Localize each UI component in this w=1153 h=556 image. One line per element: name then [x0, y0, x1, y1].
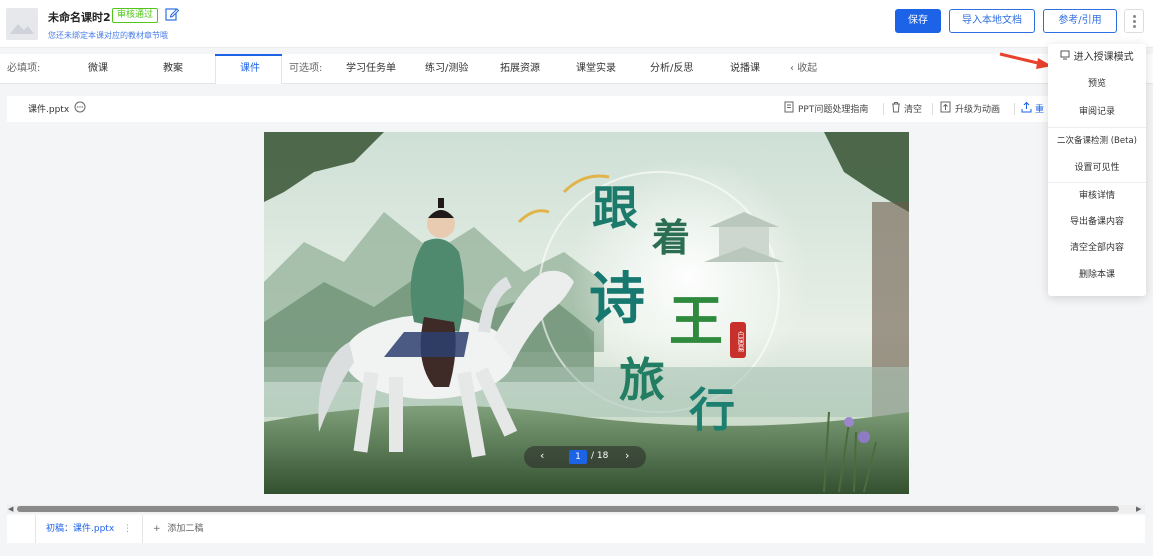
- upgrade-icon: [940, 101, 951, 116]
- divider: [1014, 103, 1015, 115]
- slide-title-char: 跟: [592, 181, 638, 235]
- ppt-guide-link[interactable]: PPT问题处理指南: [798, 102, 868, 115]
- slide-title-char: 行: [689, 383, 735, 437]
- menu-item-delete-lesson[interactable]: 删除本课: [1048, 263, 1146, 287]
- add-draft-label: 添加二稿: [167, 524, 204, 534]
- red-arrow-annotation: [999, 52, 1052, 69]
- draft-tab-label: 初稿：课件.pptx: [46, 524, 115, 534]
- scroll-left-icon[interactable]: ◀: [8, 505, 13, 513]
- menu-item-review-details[interactable]: 审核详情: [1048, 184, 1146, 208]
- tab-task-sheet[interactable]: 学习任务单: [346, 54, 396, 84]
- file-more-icon[interactable]: [74, 101, 86, 116]
- chevron-left-icon: ‹: [790, 63, 794, 74]
- current-slide: 1: [569, 450, 587, 464]
- menu-divider: [1048, 182, 1146, 183]
- tab-reflection[interactable]: 分析/反思: [650, 54, 693, 84]
- slide-title-char: 着: [652, 215, 691, 260]
- clear-button[interactable]: 清空: [904, 102, 922, 115]
- menu-item-preview[interactable]: 预览: [1048, 72, 1146, 96]
- add-draft-button[interactable]: + 添加二稿: [153, 515, 203, 543]
- more-options-button[interactable]: [1124, 9, 1144, 33]
- slide-preview[interactable]: 跟 着 诗 王 旅 行 白居易: [264, 132, 909, 494]
- file-name: 课件.pptx: [28, 105, 70, 115]
- trash-icon: [891, 101, 901, 116]
- slide-title-char: 旅: [619, 353, 665, 407]
- lesson-thumbnail: [6, 8, 38, 40]
- lesson-title: 未命名课时2: [48, 11, 111, 24]
- scroll-right-icon[interactable]: ▶: [1136, 505, 1141, 513]
- tab-quiz[interactable]: 练习/测验: [425, 54, 468, 84]
- menu-item-teaching-mode[interactable]: 进入授课模式: [1048, 46, 1146, 70]
- slide-artwork: [264, 132, 909, 494]
- header-bar: 未命名课时2 审核通过 您还未绑定本课对应的教材章节哦 保存 导入本地文档 参考…: [0, 0, 1153, 48]
- upload-icon: [1021, 101, 1032, 116]
- status-badge: 审核通过: [112, 8, 159, 23]
- section-tabs: 必填项: 微课 教案 课件 可选项: 学习任务单 练习/测验 拓展资源 课堂实录…: [0, 54, 1153, 84]
- optional-label: 可选项:: [289, 63, 323, 74]
- slide-title-char: 诗: [589, 266, 645, 332]
- required-label: 必填项:: [7, 63, 41, 74]
- collapse-label: 收起: [797, 63, 818, 74]
- tab-extension[interactable]: 拓展资源: [500, 54, 540, 84]
- lesson-editor-page: 未命名课时2 审核通过 您还未绑定本课对应的教材章节哦 保存 导入本地文档 参考…: [0, 0, 1153, 556]
- scrollbar-thumb[interactable]: [17, 506, 1119, 512]
- draft-tabs: 初稿：课件.pptx ⋮ + 添加二稿: [7, 515, 1145, 543]
- more-options-menu: 进入授课模式 预览 审阅记录 二次备课检测 (Beta) 设置可见性 审核详情 …: [1048, 44, 1146, 296]
- menu-item-clear-all[interactable]: 清空全部内容: [1048, 236, 1146, 260]
- divider: [883, 103, 884, 115]
- menu-item-export[interactable]: 导出备课内容: [1048, 210, 1146, 234]
- total-slides: / 18: [591, 451, 609, 461]
- prev-slide-icon[interactable]: ‹: [540, 449, 544, 462]
- menu-item-second-check[interactable]: 二次备课检测 (Beta): [1048, 129, 1146, 153]
- tab-explain-lesson[interactable]: 说播课: [730, 54, 760, 84]
- slide-pager: ‹ 1 / 18 ›: [524, 446, 646, 468]
- document-icon: [784, 101, 794, 116]
- tab-class-record[interactable]: 课堂实录: [576, 54, 616, 84]
- upgrade-animation-button[interactable]: 升级为动画: [955, 102, 1000, 115]
- reference-button[interactable]: 参考/引用: [1043, 9, 1117, 33]
- menu-item-visibility[interactable]: 设置可见性: [1048, 156, 1146, 180]
- bind-textbook-link[interactable]: 您还未绑定本课对应的教材章节哦: [48, 30, 168, 41]
- menu-item-label: 进入授课模式: [1073, 52, 1134, 63]
- menu-item-review-records[interactable]: 审阅记录: [1048, 100, 1146, 124]
- file-toolbar: 课件.pptx PPT问题处理指南 清空 升级为动画 重: [7, 96, 1145, 122]
- next-slide-icon[interactable]: ›: [625, 449, 629, 462]
- tab-courseware[interactable]: 课件: [240, 54, 260, 84]
- save-button[interactable]: 保存: [895, 9, 941, 33]
- plus-icon: +: [153, 524, 161, 534]
- seal-stamp: 白居易: [730, 322, 746, 358]
- draft-tab-first[interactable]: 初稿：课件.pptx ⋮: [35, 515, 144, 543]
- menu-divider: [1048, 127, 1146, 128]
- horizontal-scrollbar[interactable]: ◀ ▶: [7, 505, 1145, 513]
- slide-title-char: 王: [669, 289, 723, 353]
- teaching-mode-icon: [1060, 50, 1073, 63]
- reupload-button[interactable]: 重: [1035, 102, 1044, 115]
- edit-icon[interactable]: [164, 6, 180, 22]
- divider: [932, 103, 933, 115]
- tab-micro-lesson[interactable]: 微课: [88, 54, 108, 84]
- collapse-tabs-button[interactable]: ‹ 收起: [790, 54, 817, 84]
- tab-lesson-plan[interactable]: 教案: [163, 54, 183, 84]
- import-document-button[interactable]: 导入本地文档: [949, 9, 1035, 33]
- draft-more-icon[interactable]: ⋮: [123, 524, 132, 534]
